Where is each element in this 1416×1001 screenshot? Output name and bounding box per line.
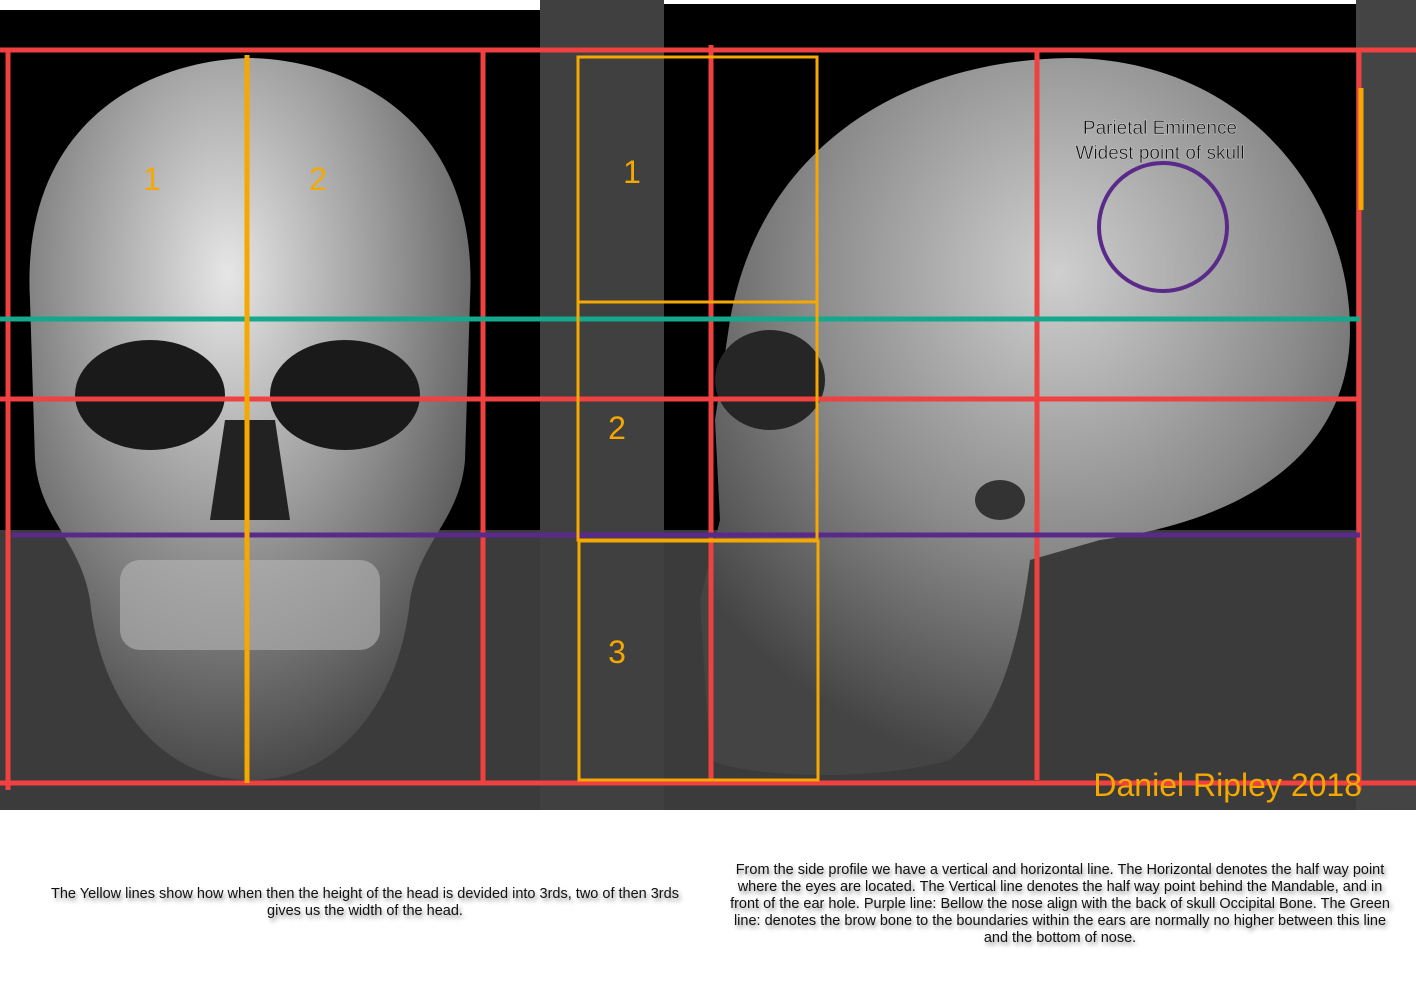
third-label-3: 3 <box>608 634 626 670</box>
annotation-line2: Widest point of skull <box>1076 143 1245 164</box>
front-label-2: 2 <box>309 161 327 197</box>
annotation-line1: Parietal Eminence <box>1083 118 1237 139</box>
middle-panel <box>540 0 664 810</box>
caption-left: The Yellow lines show how when then the … <box>51 886 679 919</box>
third-label-1: 1 <box>623 154 641 190</box>
front-label-1: 1 <box>143 161 161 197</box>
caption-right: From the side profile we have a vertical… <box>730 862 1390 946</box>
third-label-2: 2 <box>608 410 626 446</box>
signature: Daniel Ripley 2018 <box>1093 767 1362 803</box>
skull-proportion-diagram: 1 2 1 2 3 Parietal Eminence Widest point… <box>0 0 1416 810</box>
